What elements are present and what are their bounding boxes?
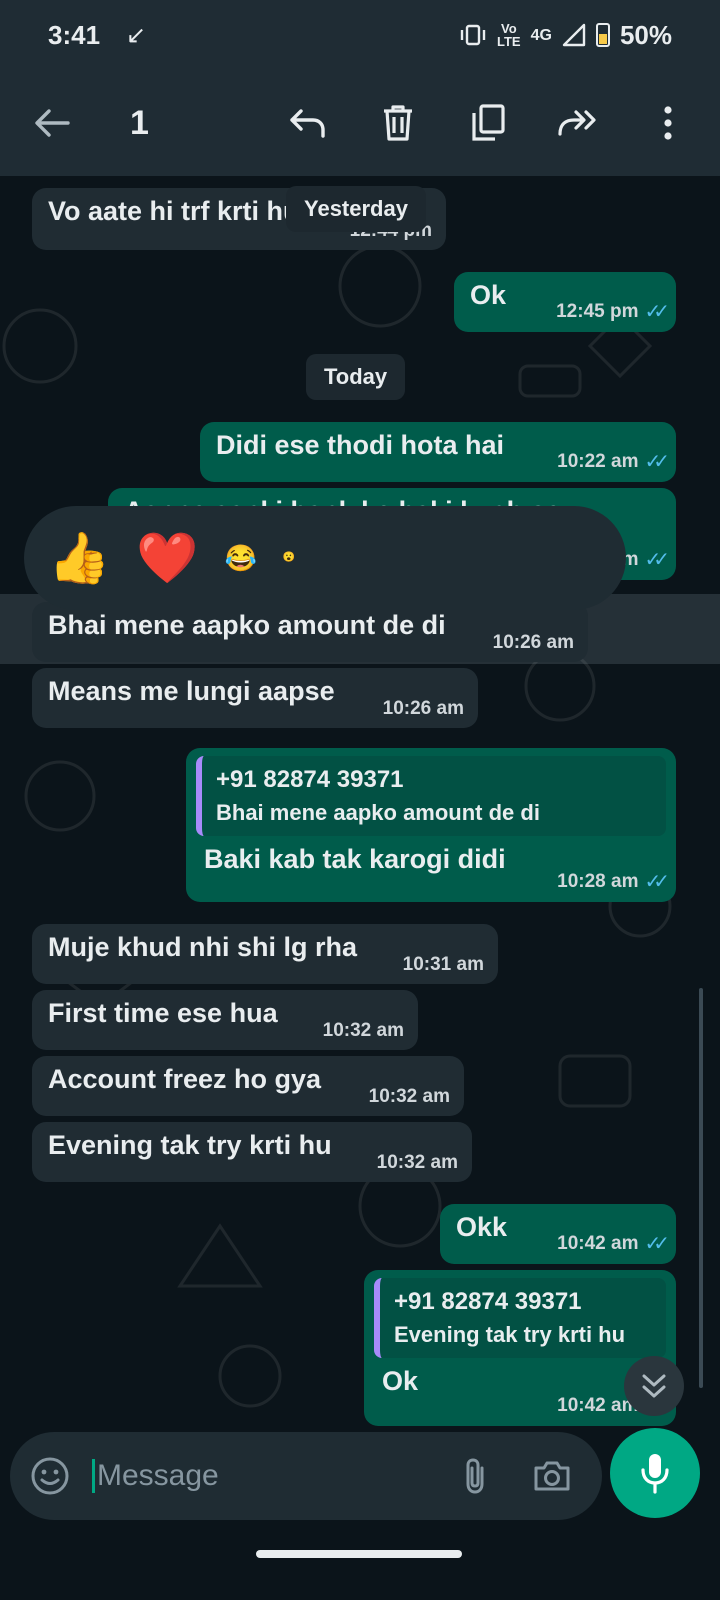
- message-text: Evening tak try krti hu: [48, 1130, 332, 1160]
- message-time: 10:26 am: [382, 698, 464, 719]
- quoted-message[interactable]: +91 82874 39371 Bhai mene aapko amount d…: [196, 756, 666, 836]
- more-icon[interactable]: [646, 101, 690, 145]
- message-outgoing[interactable]: Okk 10:42 am ✓✓: [440, 1204, 676, 1264]
- message-text: Means me lungi aapse: [48, 676, 335, 706]
- scrollbar[interactable]: [699, 988, 703, 1388]
- system-nav-bar: [0, 1524, 720, 1600]
- volte-line2: LTE: [497, 34, 521, 49]
- message-outgoing-reply[interactable]: +91 82874 39371 Bhai mene aapko amount d…: [186, 748, 676, 902]
- missed-call-arrow-icon: ↙: [126, 21, 147, 49]
- vibrate-icon: [460, 24, 486, 46]
- reaction-heart[interactable]: ❤️: [136, 533, 198, 583]
- network-type: 4G: [530, 26, 552, 44]
- chat-area[interactable]: Vo aate hi trf krti hu 12:44 pm Yesterda…: [0, 176, 720, 1452]
- message-outgoing[interactable]: Didi ese thodi hota hai 10:22 am ✓✓: [200, 422, 676, 482]
- signal-icon: [562, 23, 586, 47]
- message-incoming[interactable]: Muje khud nhi shi lg rha 10:31 am: [32, 924, 498, 984]
- quote-text: Evening tak try krti hu: [394, 1322, 626, 1347]
- message-text: Bhai mene aapko amount de di: [48, 610, 446, 640]
- message-time: 10:22 am: [557, 450, 639, 472]
- delete-icon[interactable]: [376, 101, 420, 145]
- home-gesture-bar[interactable]: [256, 1550, 462, 1558]
- message-text: First time ese hua: [48, 998, 278, 1028]
- attach-icon[interactable]: [462, 1456, 488, 1496]
- quote-author: +91 82874 39371: [394, 1288, 582, 1315]
- message-time: 10:32 am: [368, 1086, 450, 1107]
- message-text: Didi ese thodi hota hai: [216, 430, 505, 460]
- selected-count: 1: [130, 103, 149, 142]
- message-time: 10:32 am: [322, 1020, 404, 1041]
- voice-message-button[interactable]: [610, 1428, 700, 1518]
- quoted-message[interactable]: +91 82874 39371 Evening tak try krti hu: [374, 1278, 666, 1358]
- read-ticks-icon: ✓✓: [644, 871, 669, 893]
- scroll-to-bottom-button[interactable]: [624, 1356, 684, 1416]
- volte-label: Vo LTE: [497, 22, 521, 48]
- message-time: 12:45 pm: [556, 300, 639, 322]
- message-incoming[interactable]: Means me lungi aapse 10:26 am: [32, 668, 478, 728]
- read-ticks-icon: ✓✓: [644, 549, 669, 571]
- battery-icon: [595, 23, 610, 47]
- back-arrow-icon[interactable]: [30, 101, 74, 145]
- message-incoming[interactable]: Evening tak try krti hu 10:32 am: [32, 1122, 472, 1182]
- message-time: 10:32 am: [376, 1152, 458, 1173]
- quote-text: Bhai mene aapko amount de di: [216, 800, 540, 825]
- read-ticks-icon: ✓✓: [644, 1233, 669, 1255]
- reaction-laugh[interactable]: 😂: [225, 545, 257, 571]
- message-text: Ok: [382, 1366, 419, 1396]
- status-bar: 3:41 ↙ Vo LTE 4G 50%: [0, 0, 720, 70]
- composer: Message: [0, 1428, 720, 1524]
- message-time: 10:42 am: [557, 1232, 639, 1254]
- mic-icon: [641, 1454, 669, 1494]
- date-divider-yesterday: Yesterday: [286, 186, 426, 232]
- camera-icon[interactable]: [532, 1459, 572, 1493]
- read-ticks-icon: ✓✓: [644, 451, 669, 473]
- message-text: Ok: [470, 280, 507, 310]
- read-ticks-icon: ✓✓: [644, 301, 669, 323]
- message-text: Muje khud nhi shi lg rha: [48, 932, 358, 962]
- message-input[interactable]: Message: [92, 1459, 219, 1493]
- battery-percent: 50%: [619, 19, 672, 50]
- reaction-thumbs-up[interactable]: 👍: [48, 533, 110, 583]
- message-time: 10:26 am: [492, 632, 574, 653]
- reaction-picker: 👍 ❤️ 😂 😮: [24, 506, 626, 610]
- message-incoming-selected[interactable]: Bhai mene aapko amount de di 10:26 am: [32, 602, 588, 662]
- status-time: 3:41: [48, 19, 101, 50]
- quote-author: +91 82874 39371: [216, 766, 404, 793]
- selection-toolbar: 1: [0, 70, 720, 176]
- message-text: Account freez ho gya: [48, 1064, 322, 1094]
- double-chevron-down-icon: [642, 1374, 666, 1398]
- message-text: Baki kab tak karogi didi: [204, 844, 506, 874]
- message-incoming[interactable]: First time ese hua 10:32 am: [32, 990, 418, 1050]
- message-text: Okk: [456, 1212, 508, 1242]
- date-divider-today: Today: [306, 354, 406, 400]
- copy-icon[interactable]: [466, 101, 510, 145]
- forward-icon[interactable]: [556, 101, 600, 145]
- emoji-icon[interactable]: [30, 1456, 70, 1496]
- message-time: 10:28 am: [557, 870, 639, 892]
- message-time: 10:31 am: [402, 954, 484, 975]
- message-outgoing[interactable]: Ok 12:45 pm ✓✓: [454, 272, 676, 332]
- message-input-box[interactable]: Message: [10, 1432, 602, 1520]
- message-incoming[interactable]: Account freez ho gya 10:32 am: [32, 1056, 464, 1116]
- status-icons: Vo LTE 4G 50%: [459, 20, 672, 51]
- reaction-surprised[interactable]: 😮: [283, 553, 295, 563]
- reply-icon[interactable]: [286, 101, 330, 145]
- message-text: Vo aate hi trf krti hu: [48, 196, 300, 226]
